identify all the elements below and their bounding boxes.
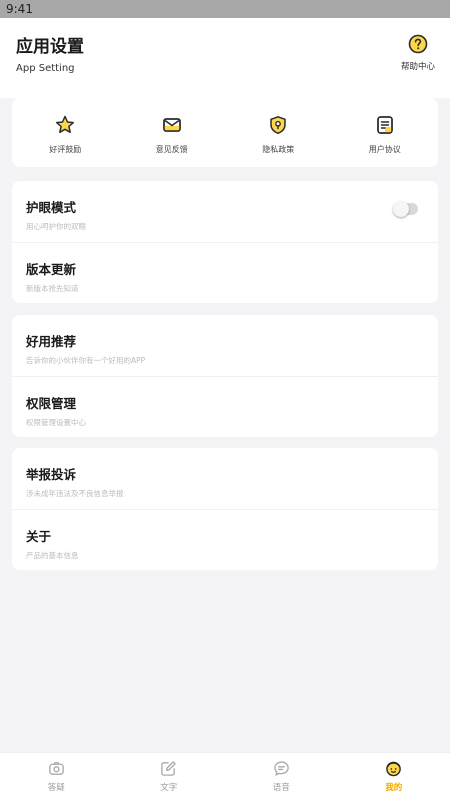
edit-icon — [161, 761, 177, 776]
setting-title: 权限管理 — [26, 396, 77, 411]
help-icon — [408, 34, 428, 54]
tab-text[interactable]: 文字 — [113, 753, 226, 800]
shield-icon — [270, 116, 286, 135]
quick-actions-card: 好评鼓励 意见反馈 隐私政策 用户协议 — [12, 98, 438, 167]
setting-title: 护眼模式 — [26, 200, 77, 215]
tab-label: 语音 — [272, 783, 290, 793]
toggle-knob — [393, 201, 409, 217]
status-time: 9:41 — [6, 2, 33, 16]
setting-subtitle: 告诉你的小伙伴你有一个好用的APP — [26, 356, 146, 365]
setting-report[interactable]: 举报投诉 涉未成年违法及不良信息举报 — [12, 448, 438, 509]
quick-action-agreement[interactable]: 用户协议 — [332, 98, 439, 167]
setting-subtitle: 权限管理设置中心 — [26, 418, 86, 427]
quick-action-label: 隐私政策 — [262, 145, 295, 154]
face-icon — [386, 761, 402, 777]
tab-qa[interactable]: 答疑 — [0, 753, 113, 800]
eye-mode-toggle[interactable] — [393, 201, 418, 217]
setting-eye-mode[interactable]: 护眼模式 用心呵护你的双眼 — [12, 181, 438, 242]
page-subtitle: App Setting — [16, 63, 75, 74]
setting-title: 关于 — [26, 529, 52, 544]
setting-title: 好用推荐 — [26, 334, 77, 349]
camera-icon — [48, 761, 64, 775]
tab-mine[interactable]: 我的 — [338, 753, 450, 800]
page-title: 应用设置 — [16, 37, 84, 57]
bottom-tab-bar: 答疑 文字 语音 我的 — [0, 752, 450, 800]
tab-label: 答疑 — [47, 783, 65, 793]
help-center-button[interactable]: 帮助中心 — [398, 34, 438, 72]
help-center-label: 帮助中心 — [400, 62, 435, 72]
chat-bubble-icon — [273, 761, 289, 776]
setting-subtitle: 新版本抢先知道 — [26, 284, 79, 293]
quick-action-privacy[interactable]: 隐私政策 — [225, 98, 332, 167]
star-icon — [56, 115, 75, 134]
document-icon — [377, 116, 393, 134]
setting-about[interactable]: 关于 产品的基本信息 — [12, 509, 438, 570]
setting-update[interactable]: 版本更新 新版本抢先知道 — [12, 242, 438, 303]
setting-title: 版本更新 — [26, 262, 77, 277]
quick-action-feedback[interactable]: 意见反馈 — [119, 98, 226, 167]
setting-subtitle: 用心呵护你的双眼 — [26, 222, 86, 231]
settings-group-app: 好用推荐 告诉你的小伙伴你有一个好用的APP 权限管理 权限管理设置中心 — [12, 315, 438, 437]
settings-group-info: 举报投诉 涉未成年违法及不良信息举报 关于 产品的基本信息 — [12, 448, 438, 570]
setting-subtitle: 涉未成年违法及不良信息举报 — [26, 489, 124, 498]
tab-voice[interactable]: 语音 — [225, 753, 338, 800]
quick-action-label: 意见反馈 — [155, 145, 188, 154]
setting-subtitle: 产品的基本信息 — [26, 551, 79, 560]
tab-label: 文字 — [160, 783, 178, 793]
quick-action-label: 好评鼓励 — [49, 145, 82, 154]
setting-recommend[interactable]: 好用推荐 告诉你的小伙伴你有一个好用的APP — [12, 315, 438, 376]
setting-permissions[interactable]: 权限管理 权限管理设置中心 — [12, 376, 438, 437]
tab-label: 我的 — [385, 783, 403, 793]
page-header: 应用设置 App Setting 帮助中心 — [0, 18, 450, 98]
quick-action-rate[interactable]: 好评鼓励 — [12, 98, 119, 167]
status-bar: 9:41 — [0, 0, 450, 18]
mail-icon — [163, 118, 181, 132]
settings-group-display: 护眼模式 用心呵护你的双眼 版本更新 新版本抢先知道 — [12, 181, 438, 303]
quick-action-label: 用户协议 — [368, 145, 401, 154]
setting-title: 举报投诉 — [26, 467, 77, 482]
